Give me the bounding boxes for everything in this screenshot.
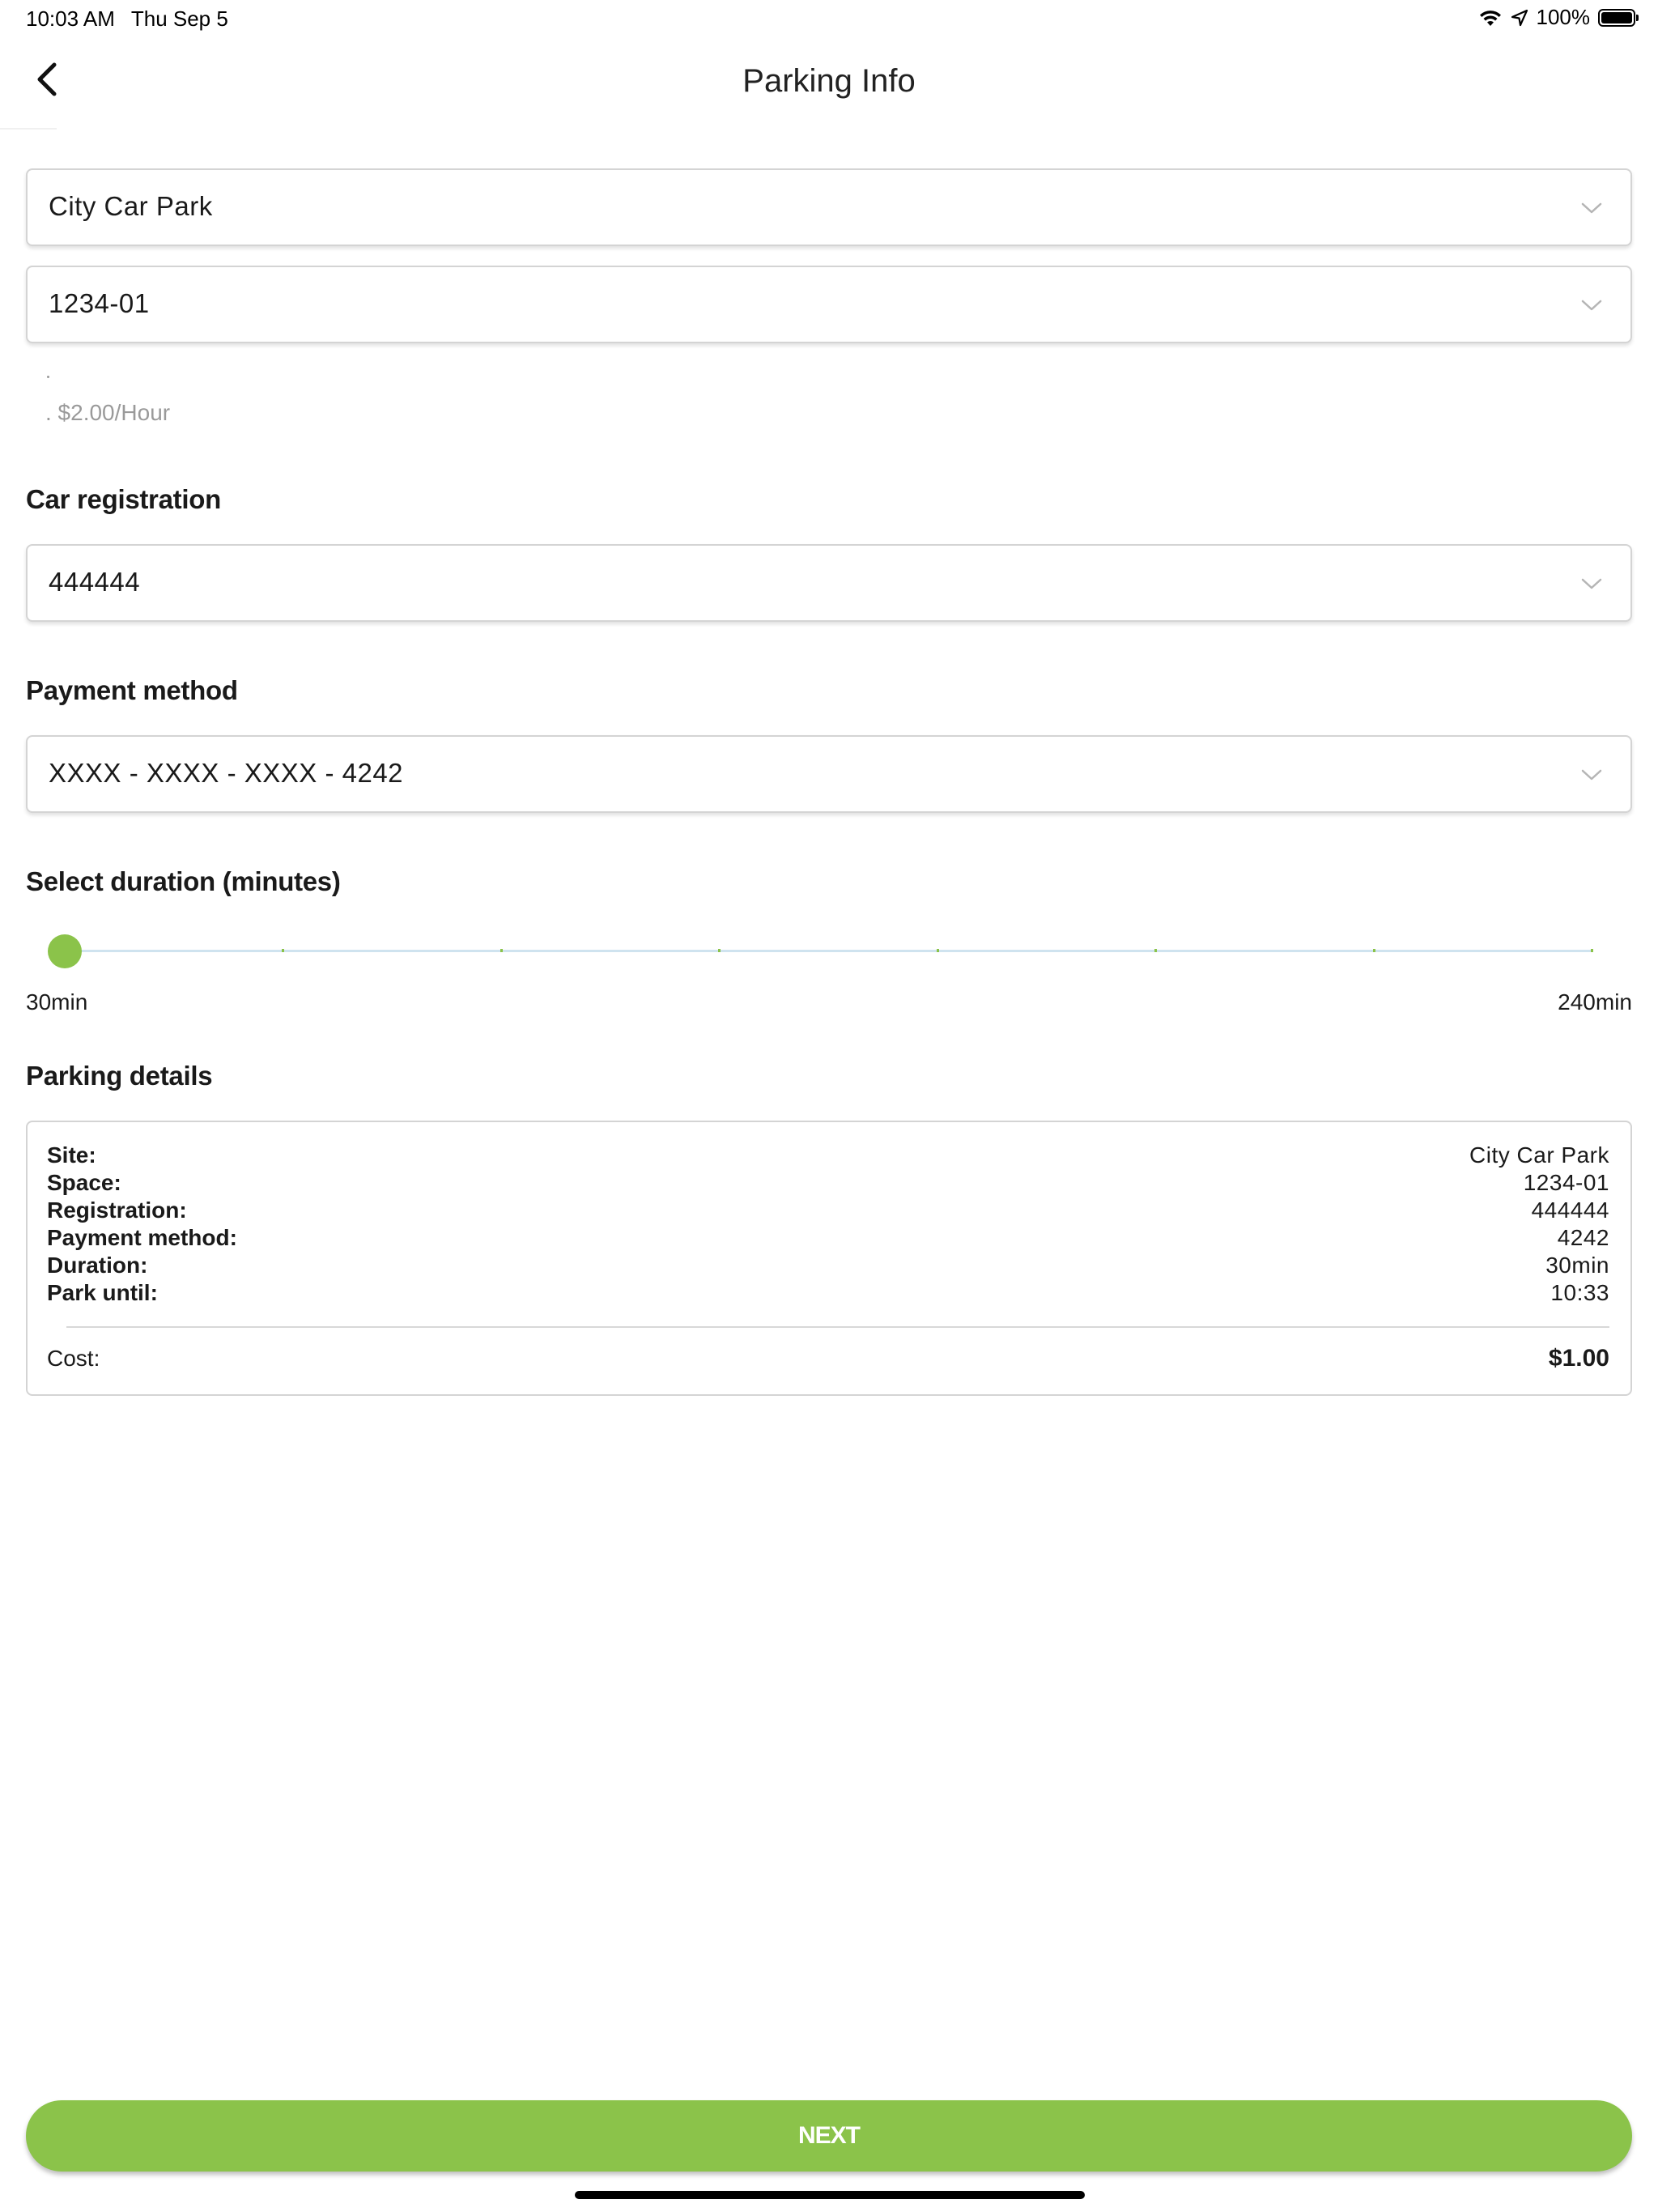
payment-method-select-value: XXXX - XXXX - XXXX - 4242 — [49, 758, 404, 788]
rate-info: . $2.00/Hour — [26, 343, 1632, 449]
detail-row-label: Duration: — [47, 1253, 148, 1278]
detail-row: Site: City Car Park — [47, 1142, 1609, 1169]
next-button[interactable]: NEXT — [26, 2100, 1632, 2172]
navigation-bar: Parking Info — [0, 39, 1658, 130]
detail-row-value: 10:33 — [1550, 1280, 1609, 1305]
detail-row-value: 1234-01 — [1523, 1170, 1609, 1195]
slider-min-label: 30min — [26, 989, 88, 1015]
slider-max-label: 240min — [1558, 989, 1632, 1015]
slider-track[interactable] — [65, 950, 1592, 952]
detail-row-label: Site: — [47, 1142, 96, 1168]
payment-method-select[interactable]: XXXX - XXXX - XXXX - 4242 — [26, 735, 1632, 813]
slider-tick — [282, 949, 285, 952]
rate-dot — [47, 376, 49, 378]
cost-label: Cost: — [47, 1346, 100, 1371]
slider-tick — [1591, 949, 1593, 952]
detail-row: Duration: 30min — [47, 1252, 1609, 1279]
home-indicator — [575, 2191, 1085, 2199]
detail-row-label: Registration: — [47, 1197, 187, 1223]
parking-details-card: Site: City Car Park Space: 1234-01 Registrat… — [26, 1121, 1632, 1396]
wifi-icon — [1479, 10, 1501, 26]
slider-thumb[interactable] — [48, 934, 82, 968]
status-time: 10:03 AM — [26, 6, 115, 31]
status-right: 100% — [1470, 5, 1639, 30]
details-divider — [66, 1326, 1609, 1328]
payment-method-label: Payment method — [26, 675, 238, 705]
status-left: 10:03 AM Thu Sep 5 — [26, 6, 228, 32]
chevron-down-icon — [1581, 202, 1602, 214]
chevron-down-icon — [1581, 769, 1602, 781]
chevron-down-icon — [1581, 578, 1602, 589]
registration-select-value: 444444 — [49, 567, 141, 597]
detail-row-label: Park until: — [47, 1280, 158, 1305]
duration-slider[interactable] — [26, 926, 1632, 975]
space-select-value: 1234-01 — [49, 288, 150, 318]
detail-row-value: 30min — [1545, 1253, 1609, 1278]
parking-form: City Car Park 1234-01 . $2.00/Hour Car r… — [26, 168, 1632, 1396]
slider-tick — [718, 949, 721, 952]
page-title: Parking Info — [742, 63, 916, 99]
nav-divider — [0, 128, 57, 130]
detail-row-label: Space: — [47, 1170, 121, 1195]
slider-range-labels: 30min 240min — [26, 989, 1632, 1025]
status-bar: 10:03 AM Thu Sep 5 100% — [0, 0, 1658, 39]
cost-value: $1.00 — [1548, 1345, 1609, 1372]
slider-tick — [1372, 949, 1375, 952]
slider-tick — [1154, 949, 1158, 952]
detail-row-value: 444444 — [1531, 1197, 1609, 1223]
battery-icon — [1598, 8, 1639, 27]
registration-select[interactable]: 444444 — [26, 544, 1632, 622]
detail-row: Park until: 10:33 — [47, 1279, 1609, 1307]
detail-row: Space: 1234-01 — [47, 1169, 1609, 1197]
site-select-value: City Car Park — [49, 191, 213, 221]
cost-row: Cost: $1.00 — [47, 1341, 1609, 1376]
detail-row-label: Payment method: — [47, 1225, 237, 1250]
location-arrow-icon — [1511, 9, 1528, 26]
detail-row: Payment method: 4242 — [47, 1224, 1609, 1252]
battery-percent: 100% — [1536, 5, 1591, 29]
slider-tick — [500, 949, 503, 952]
details-rows: Site: City Car Park Space: 1234-01 Registrat… — [47, 1142, 1609, 1307]
registration-label: Car registration — [26, 484, 221, 514]
hourly-rate: . $2.00/Hour — [45, 400, 171, 425]
site-select[interactable]: City Car Park — [26, 168, 1632, 246]
duration-label: Select duration (minutes) — [26, 866, 341, 896]
parking-details-label: Parking details — [26, 1061, 213, 1091]
detail-row-value: City Car Park — [1469, 1142, 1609, 1168]
chevron-down-icon — [1581, 300, 1602, 311]
space-select[interactable]: 1234-01 — [26, 266, 1632, 343]
detail-row-value: 4242 — [1557, 1225, 1609, 1250]
slider-tick — [936, 949, 939, 952]
detail-row: Registration: 444444 — [47, 1197, 1609, 1224]
status-date: Thu Sep 5 — [130, 6, 228, 31]
